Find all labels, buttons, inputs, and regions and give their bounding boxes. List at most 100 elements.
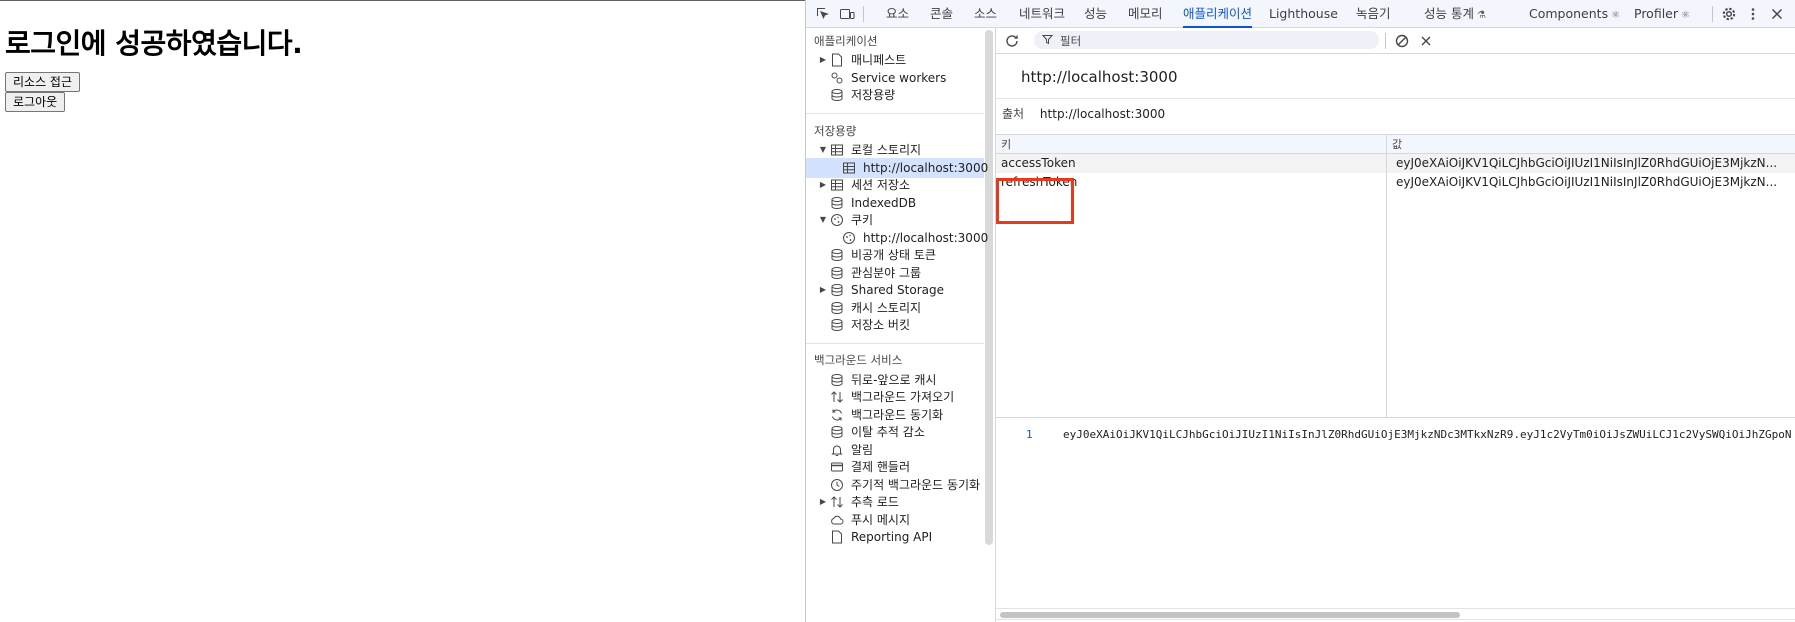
filter-icon (1041, 34, 1054, 48)
page-heading: 로그인에 성공하였습니다. (5, 27, 303, 60)
tab-performance[interactable]: 성능 (1084, 0, 1107, 27)
sidebar-section-application: 애플리케이션 (814, 34, 878, 48)
tab-sources[interactable]: 소스 (974, 0, 997, 27)
react-icon: ⚛ (1611, 10, 1621, 21)
sidebar-item-label: Shared Storage (851, 283, 945, 297)
sidebar-item-bounce-tracking[interactable]: 이탈 추적 감소 (806, 422, 984, 442)
gears-icon (830, 71, 844, 85)
database-icon (830, 283, 844, 297)
preview-value-text[interactable]: eyJ0eXAiOiJKV1QiLCJhbGciOiJIUzI1NiIsInJl… (1063, 428, 1795, 441)
sidebar-item-storage-buckets[interactable]: 저장소 버킷 (806, 315, 984, 335)
cloud-icon (830, 513, 844, 527)
tab-memory[interactable]: 메모리 (1128, 0, 1163, 27)
sidebar-item-reporting-api[interactable]: Reporting API (806, 527, 984, 547)
sidebar-item-manifest[interactable]: ▶ 매니페스트 (806, 50, 984, 70)
row-key: accessToken (1001, 156, 1076, 170)
expand-arrow-icon[interactable]: ▶ (818, 280, 828, 300)
sidebar-item-payment-handler[interactable]: 결제 핸들러 (806, 457, 984, 477)
gear-icon[interactable] (1720, 5, 1738, 23)
column-header-value[interactable]: 값 (1392, 136, 1402, 152)
sidebar-item-label: 저장용량 (851, 88, 896, 102)
database-icon (830, 88, 844, 102)
page-top-border (0, 0, 805, 1)
database-icon (830, 301, 844, 315)
column-resizer[interactable] (1386, 135, 1387, 417)
react-icon: ⚛ (1681, 10, 1690, 21)
database-icon (830, 373, 844, 387)
cookie-icon (842, 231, 856, 245)
more-options-icon[interactable] (1744, 5, 1762, 23)
line-number: 1 (1026, 428, 1033, 441)
table-header: 키 값 (996, 135, 1795, 154)
tab-application[interactable]: 애플리케이션 (1183, 0, 1253, 28)
filter-field[interactable] (1034, 31, 1379, 50)
clock-icon (830, 478, 844, 492)
resource-access-button[interactable]: 리소스 접근 (5, 72, 81, 92)
tab-network[interactable]: 네트워크 (1019, 0, 1065, 27)
table-icon (830, 178, 844, 192)
sidebar-scrollbar[interactable] (985, 30, 993, 545)
database-icon (830, 318, 844, 332)
tab-elements[interactable]: 요소 (886, 0, 909, 27)
table-row[interactable]: accessToken eyJ0eXAiOiJKV1QiLCJhbGciOiJI… (996, 154, 1795, 173)
divider (996, 98, 1795, 99)
table-icon (830, 143, 844, 157)
sidebar-item-label: 쿠키 (851, 213, 874, 227)
refresh-icon[interactable] (1003, 32, 1021, 50)
expand-arrow-icon[interactable]: ▶ (818, 50, 828, 70)
sidebar-section-storage: 저장용량 (814, 124, 857, 138)
sidebar-section-background-services: 백그라운드 서비스 (814, 353, 903, 367)
sync-icon (830, 408, 844, 422)
sidebar-item-background-fetch[interactable]: 백그라운드 가져오기 (806, 387, 984, 407)
sidebar-item-label: 저장소 버킷 (851, 318, 911, 332)
sidebar-item-cookies[interactable]: ▼ 쿠키 (806, 210, 984, 230)
origin-title: http://localhost:3000 (1021, 68, 1178, 86)
tab-components[interactable]: Components ⚛ (1529, 0, 1620, 27)
logout-button[interactable]: 로그아웃 (5, 92, 66, 112)
database-icon (830, 196, 844, 210)
sidebar-item-shared-storage[interactable]: ▶ Shared Storage (806, 280, 984, 300)
device-toolbar-icon[interactable] (838, 5, 856, 23)
database-icon (830, 425, 844, 439)
delete-selected-icon[interactable] (1417, 32, 1435, 50)
scrollbar-thumb[interactable] (1000, 612, 1460, 618)
collapse-arrow-icon[interactable]: ▼ (818, 140, 828, 160)
close-icon[interactable] (1768, 5, 1786, 23)
credit-card-icon (830, 460, 844, 474)
sidebar-item-label: 매니페스트 (851, 53, 907, 67)
database-icon (830, 266, 844, 280)
sidebar-item-label: 이탈 추적 감소 (851, 425, 925, 439)
clear-all-icon[interactable] (1393, 32, 1411, 50)
toolbar-separator (1712, 6, 1713, 22)
collapse-arrow-icon[interactable]: ▼ (818, 210, 828, 230)
table-row[interactable]: refreshToken eyJ0eXAiOiJKV1QiLCJhbGciOiJ… (996, 173, 1795, 192)
tab-lighthouse[interactable]: Lighthouse (1269, 0, 1338, 27)
tab-console[interactable]: 콘솔 (930, 0, 953, 27)
origin-value: http://localhost:3000 (1039, 107, 1166, 121)
cookie-icon (830, 213, 844, 227)
flask-icon: ⚗ (1476, 10, 1486, 21)
sidebar-item-local-storage[interactable]: ▼ 로컬 스토리지 (806, 140, 984, 160)
sidebar-item-label: 추측 로드 (851, 495, 899, 509)
sidebar-item-storage-overview[interactable]: 저장용량 (806, 85, 984, 105)
sidebar-item-speculative-loads[interactable]: ▶ 추측 로드 (806, 492, 984, 512)
expand-arrow-icon[interactable]: ▶ (818, 492, 828, 512)
filter-input[interactable] (1058, 32, 1362, 50)
storage-main-panel: http://localhost:3000 출처 http://localhos… (996, 28, 1795, 622)
horizontal-scrollbar[interactable] (996, 608, 1795, 620)
tab-recorder[interactable]: 녹음기 (1356, 0, 1391, 27)
application-sidebar: 애플리케이션 ▶ 매니페스트 Service workers 저장용량 저장용량… (806, 28, 996, 622)
inspect-element-icon[interactable] (814, 5, 832, 23)
toolbar-separator (1385, 33, 1386, 49)
expand-arrow-icon[interactable]: ▶ (818, 175, 828, 195)
column-header-key[interactable]: 키 (1001, 136, 1011, 152)
devtools-toolbar: 요소 콘솔 소스 네트워크 성능 메모리 애플리케이션 Lighthouse 녹… (806, 0, 1795, 28)
sidebar-item-private-state-tokens[interactable]: 비공개 상태 토큰 (806, 245, 984, 265)
sidebar-item-session-storage[interactable]: ▶ 세션 저장소 (806, 175, 984, 195)
tab-profiler[interactable]: Profiler ⚛ (1634, 0, 1690, 27)
up-down-arrows-icon (830, 390, 844, 404)
sidebar-item-label: 백그라운드 가져오기 (851, 390, 955, 404)
table-icon (842, 161, 856, 175)
tab-performance-insights[interactable]: 성능 통계 ⚗ (1424, 0, 1486, 27)
storage-table: 키 값 accessToken eyJ0eXAiOiJKV1QiLCJhbGci… (996, 134, 1795, 418)
